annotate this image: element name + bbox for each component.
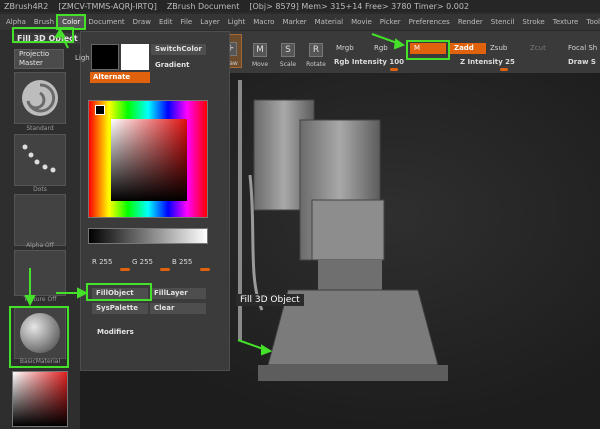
arrow-head-m xyxy=(393,38,406,50)
arrow-head-model xyxy=(261,344,273,356)
arrow-head-material xyxy=(24,295,36,307)
arrow-head-color xyxy=(54,28,66,39)
arrow-head-fill xyxy=(77,287,89,299)
annotation-arrows xyxy=(24,28,406,356)
